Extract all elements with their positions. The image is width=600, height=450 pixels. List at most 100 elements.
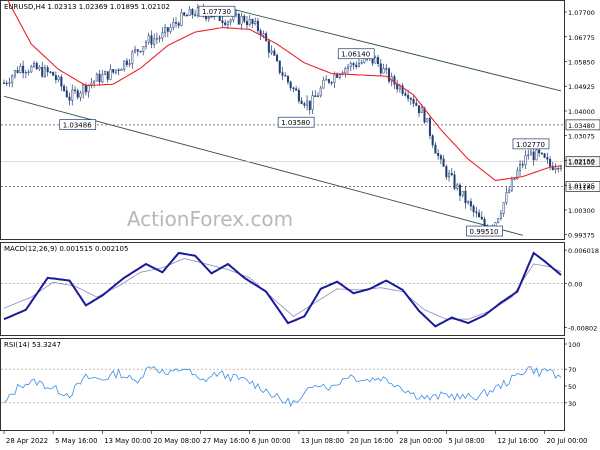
- candle-body: [224, 22, 227, 26]
- candle-body: [177, 23, 180, 26]
- candle-body: [63, 86, 66, 91]
- candle-body: [90, 82, 93, 86]
- candle-body: [65, 90, 68, 98]
- candle-body: [502, 202, 505, 214]
- macd-pane-header: MACD(12,26,9) 0.001515 0.002105: [4, 245, 128, 253]
- candle-body: [175, 22, 178, 24]
- candle-body: [52, 71, 55, 76]
- candle-body: [306, 100, 309, 106]
- x-tick-label-8: 28 Jun 00:00: [399, 437, 442, 445]
- candle-body: [554, 167, 557, 170]
- candle-body: [352, 63, 355, 66]
- candle-body: [510, 179, 513, 191]
- candle-body: [245, 21, 249, 26]
- candle-body: [415, 103, 418, 106]
- candle-body: [196, 7, 199, 16]
- rsi-line: [3, 365, 562, 408]
- rsi-y-tick-label-2: 50: [568, 383, 576, 391]
- candle-body: [49, 71, 52, 73]
- candle-body: [71, 89, 74, 101]
- rsi-y-tick-label-3: 30: [568, 400, 576, 408]
- candle-body: [377, 57, 380, 65]
- candle-body: [8, 82, 11, 84]
- candle-body: [407, 95, 410, 99]
- candle-body: [382, 68, 385, 74]
- candle-body: [207, 17, 210, 20]
- candle-body: [499, 213, 502, 219]
- candle-body: [158, 37, 161, 40]
- candle-body: [128, 63, 131, 65]
- candle-body: [314, 95, 317, 98]
- x-tick-label-2: 13 May 00:00: [104, 437, 151, 445]
- candle-body: [437, 153, 440, 156]
- rsi-pane: 100 70 50 30: [1, 341, 580, 408]
- candle-body: [237, 13, 240, 25]
- candle-body: [87, 84, 90, 93]
- candle-body: [35, 62, 38, 70]
- candle-body: [508, 190, 511, 193]
- candle-body: [426, 118, 429, 123]
- candle-body: [46, 67, 49, 73]
- candle-body: [319, 87, 322, 97]
- rsi-y-tick-label-0: 100: [568, 341, 580, 349]
- candle-body: [43, 67, 46, 77]
- candle-body: [243, 15, 246, 22]
- candle-body: [524, 155, 527, 166]
- candle-body: [13, 70, 16, 77]
- candle-body: [155, 38, 158, 40]
- rsi-y-tick-label-1: 70: [568, 366, 576, 374]
- price-y-tick-label-5: 1.03075: [568, 133, 595, 141]
- candle-body: [194, 14, 197, 16]
- candle-body: [469, 201, 472, 207]
- macd-y-tick-label-1: 0.00: [568, 280, 582, 288]
- candle-body: [393, 76, 396, 85]
- annotation-label-2: 1.03580: [281, 119, 310, 127]
- candle-body: [513, 178, 516, 180]
- candle-body: [538, 149, 541, 154]
- candle-body: [535, 149, 538, 161]
- candle-body: [311, 95, 314, 110]
- candle-body: [273, 50, 276, 56]
- candle-body: [521, 164, 524, 166]
- candle-body: [281, 72, 284, 76]
- candle-body: [363, 58, 366, 63]
- candle-body: [82, 84, 85, 94]
- candle-body: [104, 71, 107, 75]
- candle-body: [22, 65, 25, 73]
- candle-body: [396, 84, 399, 90]
- candle-body: [101, 74, 104, 83]
- candle-body: [360, 62, 363, 64]
- candle-body: [379, 63, 382, 74]
- annotation-label-4: 1.02770: [516, 141, 545, 149]
- candle-body: [134, 49, 137, 53]
- candle-body: [527, 154, 530, 157]
- candle-body: [191, 8, 194, 15]
- candle-body: [150, 35, 153, 45]
- macd-signal-line: [3, 258, 562, 320]
- candle-body: [57, 76, 60, 80]
- candle-body: [270, 50, 273, 53]
- candle-body: [54, 75, 57, 80]
- candle-body: [180, 12, 183, 26]
- candle-body: [347, 66, 350, 69]
- candle-body: [114, 69, 117, 73]
- price-y-tick-label-0: 1.07700: [568, 9, 595, 17]
- candle-body: [109, 69, 112, 80]
- x-axis: 28 Apr 2022 5 May 16:00 13 May 00:00 20 May…: [3, 431, 587, 445]
- candle-body: [409, 97, 412, 100]
- candle-body: [229, 19, 232, 23]
- candle-body: [147, 35, 150, 43]
- price-y-tick-label-3: 1.04925: [568, 83, 595, 91]
- candle-body: [303, 103, 306, 106]
- candle-body: [276, 55, 279, 62]
- candle-body: [330, 82, 333, 84]
- price-y-tick-label-9: 0.99375: [568, 232, 595, 240]
- candle-body: [434, 144, 437, 154]
- candle-body: [289, 81, 292, 89]
- candle-body: [240, 15, 243, 25]
- candle-body: [546, 157, 549, 160]
- candle-body: [529, 151, 532, 156]
- candle-body: [442, 158, 445, 167]
- candle-body: [439, 155, 442, 160]
- candle-body: [120, 68, 123, 71]
